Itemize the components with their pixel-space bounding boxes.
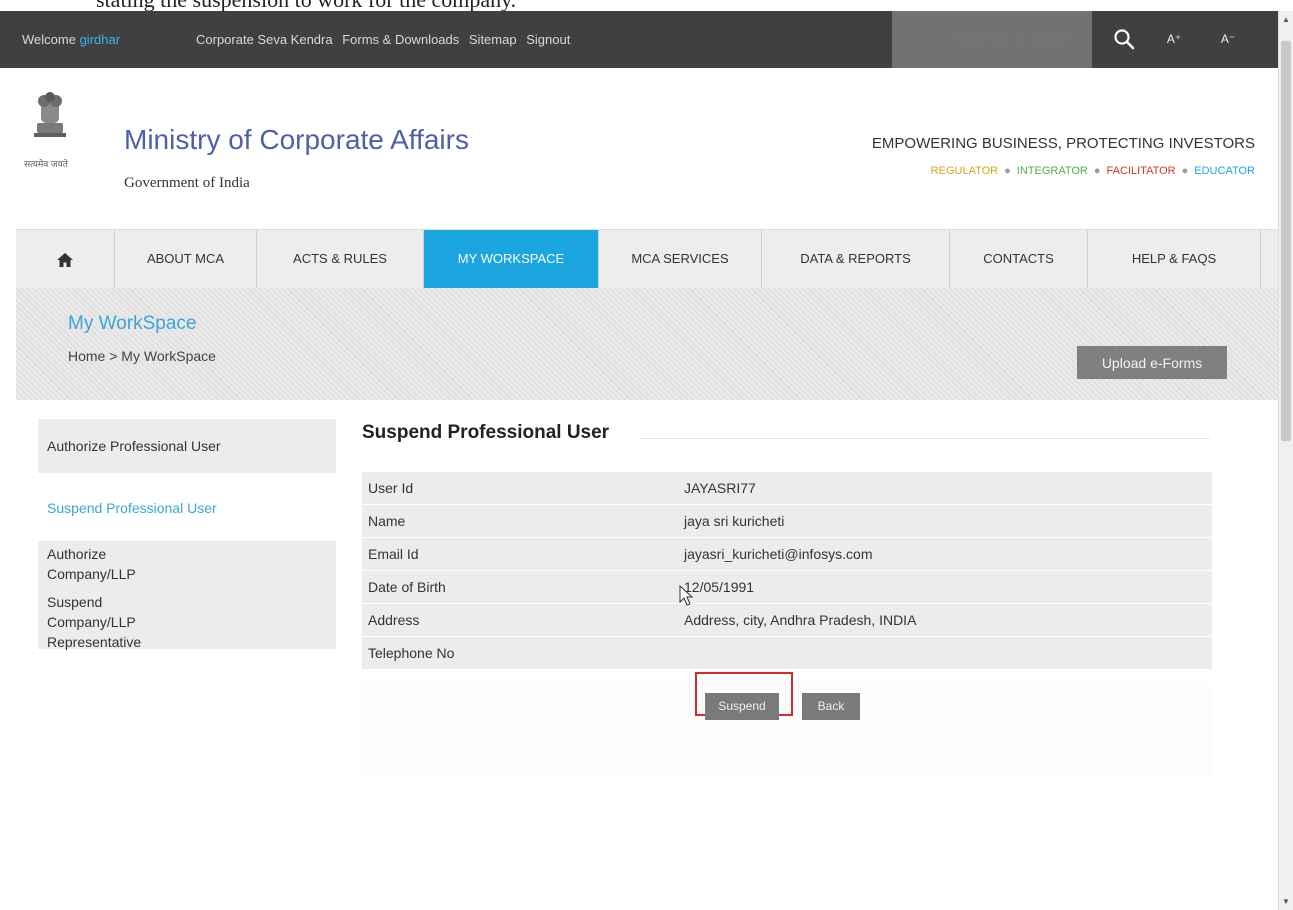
sidebar-item-label: Suspend Professional User [47,500,217,516]
field-value [682,637,1212,669]
role-regulator: REGULATOR [930,165,999,177]
back-button[interactable]: Back [802,693,860,720]
nav-data-reports[interactable]: DATA & REPORTS [761,230,949,288]
link-corporate-seva-kendra[interactable]: Corporate Seva Kendra [196,32,333,47]
breadcrumb[interactable]: Home > My WorkSpace [68,348,216,364]
link-signout[interactable]: Signout [526,32,570,47]
section-title: Suspend Professional User [362,422,610,443]
field-label: Address [362,604,682,636]
sidebar-item-authorize-company-llp-representative[interactable]: Authorize Company/LLP Representative [38,541,336,602]
role-separator: ● [1181,165,1189,177]
field-label: Email Id [362,538,682,570]
field-value: jaya sri kuricheti [682,505,1212,537]
upload-eforms-button[interactable]: Upload e-Forms [1077,346,1227,379]
field-label: Name [362,505,682,537]
sidebar-item-label: Suspend Company/LLP Representative [47,594,142,650]
link-sitemap[interactable]: Sitemap [469,32,517,47]
table-row: Address Address, city, Andhra Pradesh, I… [362,604,1212,636]
ministry-title[interactable]: Ministry of Corporate Affairs [124,124,469,156]
workspace-banner: My WorkSpace Home > My WorkSpace Upload … [16,288,1278,400]
welcome-message: Welcome girdhar [22,11,120,68]
top-links: Corporate Seva Kendra Forms & Downloads … [196,11,576,68]
role-facilitator: FACILITATOR [1106,165,1176,177]
user-details-table: User Id JAYASRI77 Name jaya sri kurichet… [362,471,1212,670]
table-row: User Id JAYASRI77 [362,472,1212,504]
search-icon [1114,29,1135,50]
nav-about-mca[interactable]: ABOUT MCA [114,230,256,288]
username-link[interactable]: girdhar [80,32,120,47]
emblem-motto: सत्यमेव जयते [24,159,68,169]
field-value: Address, city, Andhra Pradesh, INDIA [682,604,1212,636]
welcome-prefix: Welcome [22,32,76,47]
table-row: Date of Birth 12/05/1991 [362,571,1212,603]
font-decrease-button[interactable]: A⁻ [1206,11,1250,68]
page-title: My WorkSpace [68,313,197,334]
sidebar-item-suspend-company-llp-representative[interactable]: Suspend Company/LLP Representative [38,589,336,650]
table-row: Email Id jayasri_kuricheti@infosys.com [362,538,1212,570]
sidebar-item-suspend-professional-user[interactable]: Suspend Professional User [38,481,336,535]
government-subtitle: Government of India [124,175,250,191]
home-icon [57,252,73,267]
table-row: Name jaya sri kuricheti [362,505,1212,537]
nav-my-workspace[interactable]: MY WORKSPACE [423,230,598,288]
scroll-thumb[interactable] [1281,41,1291,441]
page-scrollbar[interactable]: ▲ ▼ [1278,11,1293,910]
section-divider [640,438,1210,439]
field-label: Date of Birth [362,571,682,603]
field-value: 12/05/1991 [682,571,1212,603]
roles-list: REGULATOR ● INTEGRATOR ● FACILITATOR ● EDUCATO… [931,165,1255,177]
nav-mca-services[interactable]: MCA SERVICES [598,230,761,288]
sidebar-item-authorize-professional-user[interactable]: Authorize Professional User [38,419,336,473]
sidebar-item-label: Authorize Professional User [47,438,221,454]
font-increase-button[interactable]: A⁺ [1152,11,1196,68]
field-label: Telephone No [362,637,682,669]
caption-text: stating the suspension to work for the c… [96,0,516,11]
mouse-pointer-icon [679,585,694,606]
field-value: JAYASRI77 [682,472,1212,504]
document-caption-fragment: stating the suspension to work for the c… [0,0,1293,11]
table-row: Telephone No [362,637,1212,669]
main-navigation: ABOUT MCA ACTS & RULES MY WORKSPACE MCA … [16,229,1278,289]
search-button[interactable] [1104,11,1144,68]
top-bar: Welcome girdhar Corporate Seva Kendra Fo… [0,11,1278,68]
role-educator: EDUCATOR [1194,165,1255,177]
nav-help-faqs[interactable]: HELP & FAQS [1087,230,1261,288]
browser-viewport: Welcome girdhar Corporate Seva Kendra Fo… [0,11,1293,910]
scroll-down-arrow-icon[interactable]: ▼ [1282,897,1290,906]
suspend-button[interactable]: Suspend [705,693,779,720]
nav-contacts[interactable]: CONTACTS [949,230,1087,288]
field-label: User Id [362,472,682,504]
search-input[interactable] [892,11,1092,68]
field-value: jayasri_kuricheti@infosys.com [682,538,1212,570]
link-forms-downloads[interactable]: Forms & Downloads [342,32,459,47]
role-integrator: INTEGRATOR [1016,165,1088,177]
role-separator: ● [1004,165,1011,177]
role-separator: ● [1093,165,1101,177]
national-emblem-icon [34,92,66,137]
tagline: EMPOWERING BUSINESS, PROTECTING INVESTOR… [871,135,1255,152]
nav-acts-rules[interactable]: ACTS & RULES [256,230,423,288]
nav-home[interactable] [16,230,114,288]
scroll-up-arrow-icon[interactable]: ▲ [1282,15,1290,24]
